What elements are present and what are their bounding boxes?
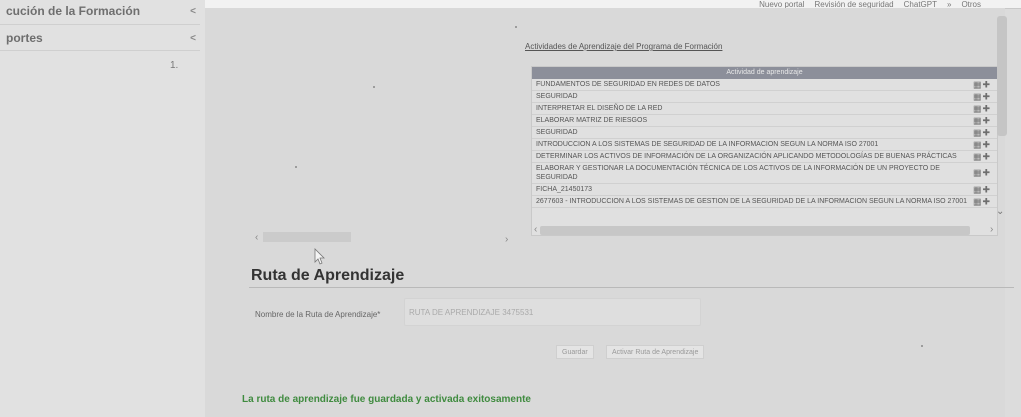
activity-name: INTERPRETAR EL DISEÑO DE LA RED <box>536 105 663 112</box>
activity-name: DETERMINAR LOS ACTIVOS DE INFORMACIÓN DE… <box>536 153 957 160</box>
ruta-name-label: Nombre de la Ruta de Aprendizaje* <box>255 310 381 319</box>
activities-vertical-scrollbar[interactable] <box>997 16 1007 136</box>
chevron-right-icon[interactable]: › <box>990 224 993 235</box>
activities-horizontal-scrollbar[interactable] <box>540 226 970 235</box>
row-actions-icon[interactable]: ▦✚ <box>973 168 991 178</box>
activity-name: ELABORAR Y GESTIONAR LA DOCUMENTACIÓN TÉ… <box>536 165 940 181</box>
main-content: Actividades de Aprendizaje del Programa … <box>205 8 1014 417</box>
table-row[interactable]: FICHA_21450173 ▦✚ <box>532 184 997 196</box>
table-row[interactable]: SEGURIDAD ▦✚ <box>532 91 997 103</box>
row-actions-icon[interactable]: ▦✚ <box>973 128 991 137</box>
chevron-left-icon[interactable]: ‹ <box>534 224 537 235</box>
save-button[interactable]: Guardar <box>556 345 594 359</box>
sidebar-number: 1. <box>170 60 179 71</box>
left-panel-scrollbar[interactable] <box>263 232 351 242</box>
sidebar-item-label: portes <box>6 31 43 45</box>
bookmarks-strip: Nuevo portal Revisión de seguridad ChatG… <box>759 0 981 9</box>
decorative-dot <box>921 345 923 347</box>
activity-name: 2677603 - INTRODUCCION A LOS SISTEMAS DE… <box>536 198 968 205</box>
activity-name: ELABORAR MATRIZ DE RIESGOS <box>536 117 648 124</box>
row-actions-icon[interactable]: ▦✚ <box>973 92 991 101</box>
chevron-left-icon: < <box>190 5 196 17</box>
row-actions-icon[interactable]: ▦✚ <box>973 80 991 89</box>
chevron-left-icon: < <box>190 32 196 44</box>
decorative-dot <box>515 26 517 28</box>
sidebar-divider <box>0 50 200 51</box>
decorative-dot <box>295 166 297 168</box>
page-title: Ruta de Aprendizaje <box>251 267 405 284</box>
activate-ruta-button[interactable]: Activar Ruta de Aprendizaje <box>606 345 705 359</box>
chevron-right-icon[interactable]: › <box>505 234 508 245</box>
row-actions-icon[interactable]: ▦✚ <box>973 116 991 125</box>
activities-table: Actividad de aprendizaje FUNDAMENTOS DE … <box>531 66 998 236</box>
table-row[interactable]: ELABORAR Y GESTIONAR LA DOCUMENTACIÓN TÉ… <box>532 163 997 184</box>
ruta-name-input[interactable] <box>404 298 701 326</box>
chevron-down-icon[interactable]: ⌄ <box>996 206 1004 217</box>
activity-name: INTRODUCCION A LOS SISTEMAS DE SEGURIDAD… <box>536 141 879 148</box>
activity-name: FUNDAMENTOS DE SEGURIDAD EN REDES DE DAT… <box>536 81 720 88</box>
table-row[interactable]: INTERPRETAR EL DISEÑO DE LA RED ▦✚ <box>532 103 997 115</box>
activity-name: SEGURIDAD <box>536 93 578 100</box>
decorative-dot <box>373 86 375 88</box>
success-message: La ruta de aprendizaje fue guardada y ac… <box>242 394 531 405</box>
table-row[interactable]: FUNDAMENTOS DE SEGURIDAD EN REDES DE DAT… <box>532 79 997 91</box>
title-divider <box>249 287 1014 288</box>
table-row[interactable]: ELABORAR MATRIZ DE RIESGOS ▦✚ <box>532 115 997 127</box>
mouse-cursor-icon <box>314 248 325 265</box>
row-actions-icon[interactable]: ▦✚ <box>973 197 991 206</box>
table-row[interactable]: SEGURIDAD ▦✚ <box>532 127 997 139</box>
sidebar-item-reportes[interactable]: portes < <box>6 28 196 48</box>
row-actions-icon[interactable]: ▦✚ <box>973 185 991 194</box>
sidebar-item-label: cución de la Formación <box>6 4 141 18</box>
chevron-left-icon[interactable]: ‹ <box>255 232 258 243</box>
table-row[interactable]: 2677603 - INTRODUCCION A LOS SISTEMAS DE… <box>532 196 997 208</box>
row-actions-icon[interactable]: ▦✚ <box>973 140 991 149</box>
activity-name: SEGURIDAD <box>536 129 578 136</box>
row-actions-icon[interactable]: ▦✚ <box>973 104 991 113</box>
sidebar: cución de la Formación < portes < 1. <box>0 0 205 417</box>
table-row[interactable]: INTRODUCCION A LOS SISTEMAS DE SEGURIDAD… <box>532 139 997 151</box>
sidebar-divider <box>0 24 200 25</box>
activities-table-header: Actividad de aprendizaje <box>532 67 997 79</box>
table-row[interactable]: DETERMINAR LOS ACTIVOS DE INFORMACIÓN DE… <box>532 151 997 163</box>
activity-name: FICHA_21450173 <box>536 186 593 193</box>
row-actions-icon[interactable]: ▦✚ <box>973 152 991 161</box>
sidebar-item-ejecucion[interactable]: cución de la Formación < <box>6 1 196 21</box>
activities-section-link[interactable]: Actividades de Aprendizaje del Programa … <box>525 42 722 51</box>
